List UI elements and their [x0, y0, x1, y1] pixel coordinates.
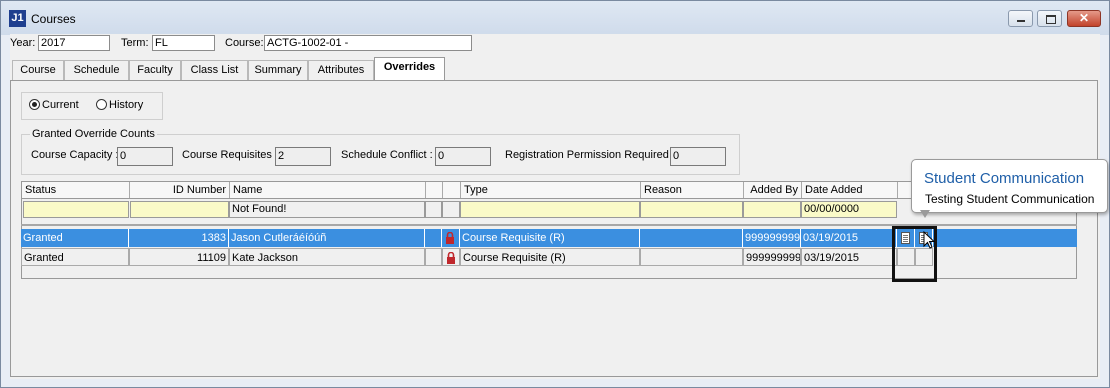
col-name[interactable]: Name	[230, 182, 426, 198]
col-type[interactable]: Type	[461, 182, 641, 198]
history-radio-label: History	[109, 99, 144, 111]
course-requisites-label: Course Requisites :	[182, 149, 278, 161]
schedule-conflict-value: 0	[435, 147, 491, 166]
col-blank-2[interactable]	[443, 182, 461, 198]
tab-class-list[interactable]: Class List	[181, 60, 248, 80]
tooltip-pointer	[920, 210, 930, 218]
override-counts-title: Granted Override Counts	[30, 128, 157, 140]
row-id-number: 1383	[129, 229, 229, 247]
maximize-button[interactable]	[1037, 10, 1062, 27]
view-option-group: Current History	[21, 92, 163, 120]
registration-permission-label: Registration Permission Required :	[505, 149, 675, 161]
year-field[interactable]: 2017	[38, 35, 110, 51]
minimize-icon	[1017, 20, 1025, 22]
col-id-number[interactable]: ID Number	[130, 182, 230, 198]
window-title: Courses	[31, 12, 76, 26]
current-radio-label: Current	[42, 99, 79, 111]
col-status[interactable]: Status	[22, 182, 130, 198]
filter-type[interactable]	[460, 201, 640, 218]
col-added-by[interactable]: Added By	[744, 182, 802, 198]
col-date-added[interactable]: Date Added	[802, 182, 898, 198]
term-label: Term:	[121, 37, 149, 49]
radio-selected-icon	[29, 99, 40, 110]
registration-permission-value: 0	[670, 147, 726, 166]
row-reason	[640, 248, 743, 266]
filter-blank-2	[442, 201, 460, 218]
app-logo-icon: J1	[9, 10, 26, 27]
filter-status[interactable]	[23, 201, 129, 218]
filter-blank-1	[425, 201, 442, 218]
course-label: Course:	[225, 37, 264, 49]
tab-course[interactable]: Course	[12, 60, 64, 80]
courses-window: J1 Courses ✕ Year: 2017 Term: FL Course:…	[0, 0, 1110, 388]
course-capacity-value: 0	[117, 147, 173, 166]
row-lock-cell[interactable]	[442, 229, 460, 247]
current-radio[interactable]: Current	[29, 99, 79, 111]
row-name: Jason Cutleráéíóúñ	[229, 229, 425, 247]
tooltip-body: Testing Student Communication	[925, 192, 1095, 206]
row-type: Course Requisite (R)	[460, 229, 640, 247]
student-communication-tooltip: Student Communication Testing Student Co…	[911, 159, 1108, 218]
row-blank-1	[425, 229, 442, 247]
row-reason	[640, 229, 743, 247]
mouse-pointer-icon	[923, 231, 935, 249]
override-counts-group: Granted Override Counts Course Capacity …	[21, 128, 740, 175]
tooltip-title: Student Communication	[924, 170, 1085, 187]
row-blank-1	[425, 248, 442, 266]
close-button[interactable]: ✕	[1067, 10, 1101, 27]
close-icon: ✕	[1078, 11, 1090, 25]
lock-icon	[446, 232, 454, 244]
row-date-added: 03/19/2015	[801, 248, 897, 266]
col-reason[interactable]: Reason	[641, 182, 744, 198]
row-status: Granted	[21, 248, 129, 266]
maximize-icon	[1046, 15, 1056, 24]
course-field[interactable]: ACTG-1002-01 -	[264, 35, 472, 51]
term-field[interactable]: FL	[152, 35, 215, 51]
course-capacity-label: Course Capacity :	[31, 149, 119, 161]
filter-id-number[interactable]	[130, 201, 229, 218]
row-added-by: 999999999	[743, 229, 801, 247]
tab-overrides[interactable]: Overrides	[374, 57, 445, 81]
col-blank-1[interactable]	[426, 182, 443, 198]
filter-added-by[interactable]	[743, 201, 801, 218]
row-status: Granted	[21, 229, 129, 247]
schedule-conflict-label: Schedule Conflict :	[341, 149, 433, 161]
minimize-button[interactable]	[1008, 10, 1033, 27]
history-radio[interactable]: History	[96, 99, 143, 111]
tab-schedule[interactable]: Schedule	[64, 60, 129, 80]
row-date-added: 03/19/2015	[801, 229, 897, 247]
lock-icon	[447, 252, 455, 264]
tab-faculty[interactable]: Faculty	[129, 60, 181, 80]
tab-attributes[interactable]: Attributes	[308, 60, 374, 80]
title-bar[interactable]: J1 Courses ✕	[1, 1, 1109, 35]
filter-name-status: Not Found!	[229, 201, 425, 218]
row-type: Course Requisite (R)	[460, 248, 640, 266]
row-lock-cell[interactable]	[442, 248, 460, 266]
course-requisites-value: 2	[275, 147, 331, 166]
filter-reason[interactable]	[640, 201, 743, 218]
tab-summary[interactable]: Summary	[248, 60, 308, 80]
row-added-by: 999999999	[743, 248, 801, 266]
year-label: Year:	[10, 37, 36, 49]
filter-date-added[interactable]: 00/00/0000	[801, 201, 897, 218]
radio-empty-icon	[96, 99, 107, 110]
row-id-number: 11109	[129, 248, 229, 266]
row-name: Kate Jackson	[229, 248, 425, 266]
